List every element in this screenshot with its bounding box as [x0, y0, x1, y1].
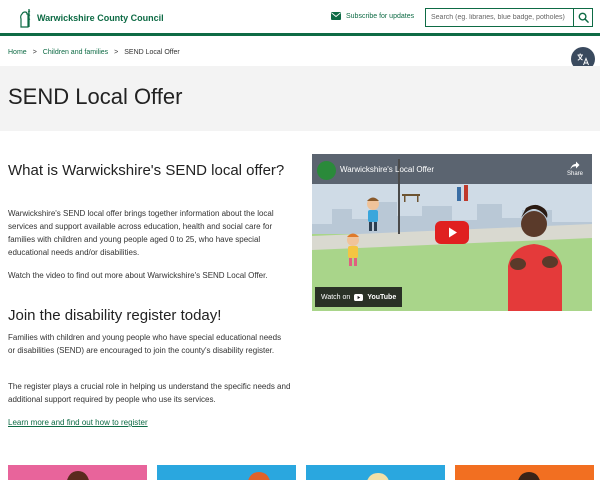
translate-icon — [577, 53, 589, 66]
section-paragraph: Warwickshire's SEND local offer brings t… — [8, 209, 274, 257]
search-icon — [578, 12, 589, 23]
search-button[interactable] — [573, 8, 593, 27]
play-button[interactable] — [435, 221, 469, 244]
watch-on-label: Watch on — [321, 293, 351, 301]
section-paragraph: The register plays a crucial role in hel… — [8, 382, 291, 404]
mail-icon — [331, 12, 341, 20]
video-title[interactable]: Warwickshire's Local Offer — [340, 165, 434, 174]
subscribe-label: Subscribe for updates — [346, 12, 415, 20]
play-icon — [448, 227, 457, 238]
promo-card[interactable] — [8, 465, 147, 480]
channel-avatar[interactable] — [317, 161, 336, 180]
section-heading-what-is-local-offer: What is Warwickshire's SEND local offer? — [8, 162, 285, 179]
breadcrumb-children-and-families[interactable]: Children and families — [43, 49, 108, 56]
card-illustration — [157, 465, 296, 480]
section-paragraph: Families with children and young people … — [8, 333, 282, 355]
page-title: SEND Local Offer — [8, 84, 183, 109]
share-label: Share — [566, 171, 583, 177]
section-paragraph: Watch the video to find out more about W… — [8, 271, 268, 280]
breadcrumb-separator: > — [32, 49, 37, 56]
breadcrumb: Home > Children and families > SEND Loca… — [8, 49, 180, 56]
breadcrumb-current: SEND Local Offer — [124, 49, 180, 56]
card-illustration — [8, 465, 147, 480]
youtube-logo-icon — [354, 293, 364, 301]
share-icon — [570, 161, 580, 170]
section-heading-disability-register: Join the disability register today! — [8, 307, 222, 324]
council-logo-link[interactable]: Warwickshire County Council — [18, 8, 164, 28]
card-illustration — [306, 465, 445, 480]
promo-card[interactable] — [306, 465, 445, 480]
site-header: Warwickshire County Council Subscribe fo… — [0, 0, 600, 36]
youtube-label: YouTube — [367, 293, 397, 301]
card-illustration — [455, 465, 594, 480]
video-embed[interactable]: Warwickshire's Local Offer Share Watch o… — [312, 154, 592, 311]
promo-card[interactable] — [455, 465, 594, 480]
site-search — [425, 8, 593, 27]
share-button[interactable]: Share — [563, 161, 587, 177]
council-name: Warwickshire County Council — [37, 13, 164, 23]
breadcrumb-separator: > — [114, 49, 119, 56]
breadcrumb-home[interactable]: Home — [8, 49, 27, 56]
bear-and-ragged-staff-icon — [20, 9, 31, 28]
register-link[interactable]: Learn more and find out how to register — [8, 418, 148, 427]
subscribe-link[interactable]: Subscribe for updates — [331, 12, 414, 20]
promo-card[interactable] — [157, 465, 296, 480]
search-input[interactable] — [425, 8, 573, 27]
watch-on-youtube-button[interactable]: Watch on YouTube — [315, 287, 403, 307]
